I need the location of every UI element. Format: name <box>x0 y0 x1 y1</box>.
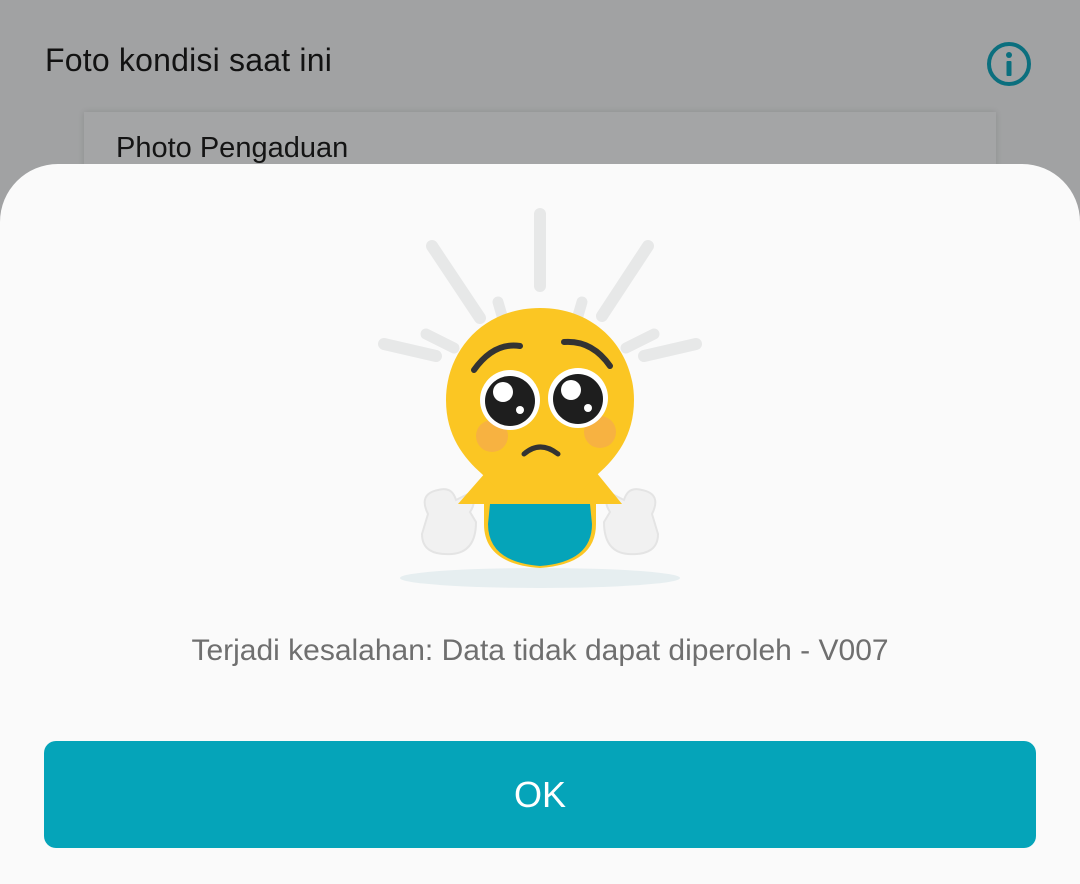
error-dialog-sheet: Terjadi kesalahan: Data tidak dapat dipe… <box>0 164 1080 884</box>
ok-button[interactable]: OK <box>44 741 1036 848</box>
sad-lightbulb-illustration <box>378 208 702 588</box>
left-eye <box>480 370 540 430</box>
ok-button-label: OK <box>513 773 566 815</box>
background-header: Foto kondisi saat ini <box>0 0 1080 125</box>
photo-complaint-label: Photo Pengaduan <box>116 132 349 164</box>
error-message: Terjadi kesalahan: Data tidak dapat dipe… <box>191 634 889 667</box>
ground-shadow <box>400 568 680 588</box>
right-eye <box>548 368 608 428</box>
screen: Foto kondisi saat ini Photo Pengaduan Te… <box>0 0 1080 884</box>
page-title: Foto kondisi saat ini <box>45 42 333 78</box>
info-icon[interactable] <box>985 40 1033 88</box>
